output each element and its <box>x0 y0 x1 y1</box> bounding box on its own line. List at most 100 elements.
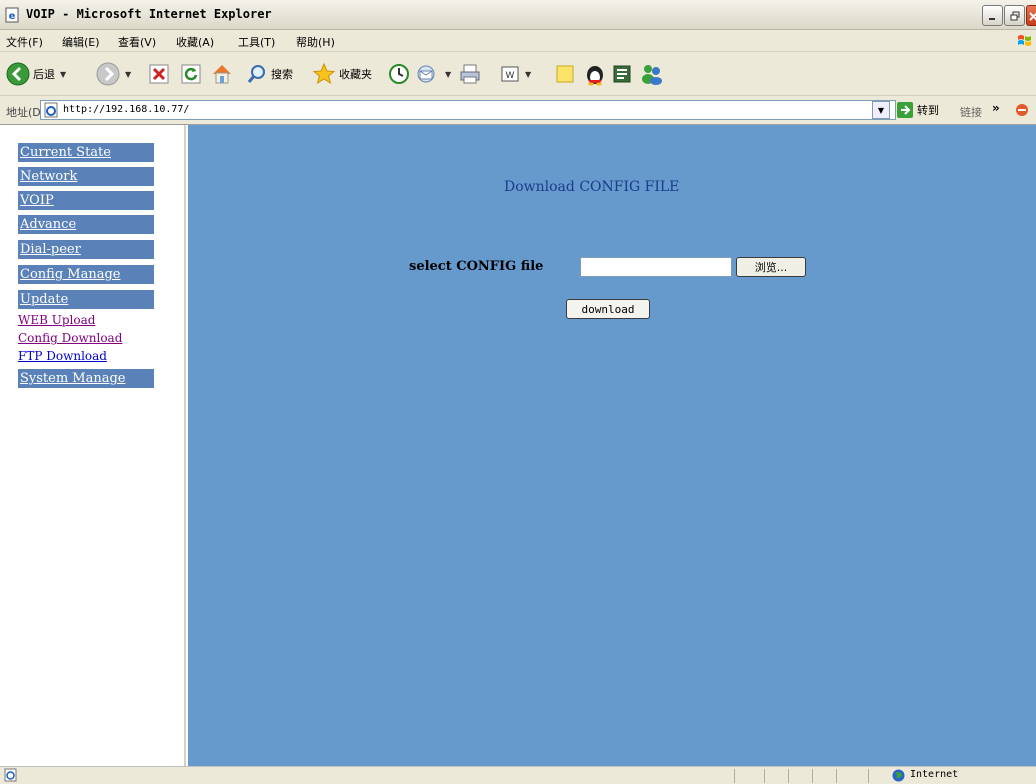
toolbar: 后退 ▼ ▼ 搜索 收藏夹 ▼ W ▼ <box>0 52 1036 96</box>
stop-button[interactable] <box>148 61 170 87</box>
search-icon <box>247 65 265 83</box>
mail-dropdown-icon[interactable]: ▼ <box>445 70 451 79</box>
qq-penguin-icon <box>587 66 603 86</box>
edit-dropdown-icon[interactable]: ▼ <box>525 70 531 79</box>
home-icon <box>213 65 231 84</box>
links-label[interactable]: 链接 <box>960 104 982 120</box>
url-text: http://192.168.10.77/ <box>63 104 190 115</box>
nav-link[interactable]: Update <box>20 292 68 307</box>
nav-item-network[interactable]: Network <box>18 167 154 186</box>
nav-link[interactable]: Current State <box>20 145 111 160</box>
back-dropdown-icon[interactable]: ▼ <box>60 70 66 79</box>
forward-dropdown-icon[interactable]: ▼ <box>125 70 131 79</box>
search-label: 搜索 <box>271 68 293 81</box>
menu-file[interactable]: 文件(F) <box>6 34 43 50</box>
address-dropdown-button[interactable]: ▼ <box>872 101 890 119</box>
restore-icon <box>1010 11 1019 20</box>
ie-page-icon <box>44 102 58 118</box>
nav-link[interactable]: VOIP <box>20 193 54 208</box>
note-icon <box>556 65 574 83</box>
history-icon <box>389 64 409 84</box>
mail-icon <box>417 65 435 83</box>
address-bar: 地址(D) http://192.168.10.77/ ▼ 转到 链接 » <box>0 96 1036 124</box>
notes-button[interactable] <box>554 61 576 87</box>
svg-text:W: W <box>506 71 515 81</box>
refresh-button[interactable] <box>180 61 202 87</box>
page-title: Download CONFIG FILE <box>504 179 680 195</box>
minimize-icon <box>988 17 995 20</box>
sub-link-web-upload[interactable]: WEB Upload <box>18 313 95 327</box>
menu-view[interactable]: 查看(V) <box>118 34 156 50</box>
word-edit-icon: W <box>501 66 519 82</box>
status-divider <box>734 769 735 783</box>
menu-help[interactable]: 帮助(H) <box>296 34 335 50</box>
close-button[interactable] <box>1026 5 1036 26</box>
addon-icon[interactable] <box>1014 102 1030 118</box>
svg-text:e: e <box>9 11 16 22</box>
favorites-button[interactable]: 收藏夹 <box>312 61 372 87</box>
status-bar: Internet <box>0 766 1036 784</box>
star-icon <box>312 62 336 85</box>
title-bar: e VOIP - Microsoft Internet Explorer <box>0 0 1036 30</box>
menu-tools[interactable]: 工具(T) <box>238 34 275 50</box>
nav-item-current-state[interactable]: Current State <box>18 143 154 162</box>
address-input[interactable]: http://192.168.10.77/ <box>40 100 896 120</box>
nav-item-system-manage[interactable]: System Manage <box>18 369 154 388</box>
nav-link[interactable]: Dial-peer <box>20 242 81 257</box>
history-button[interactable] <box>388 61 410 87</box>
refresh-icon <box>181 64 201 84</box>
search-button[interactable]: 搜索 <box>246 61 293 87</box>
sub-link-ftp-download[interactable]: FTP Download <box>18 349 107 363</box>
minimize-button[interactable] <box>982 5 1003 26</box>
restore-button[interactable] <box>1004 5 1025 26</box>
ie-page-icon[interactable]: e <box>4 7 20 23</box>
download-button[interactable]: download <box>566 299 650 319</box>
chevron-right-icon[interactable]: » <box>992 101 1000 115</box>
status-divider <box>836 769 837 783</box>
favorites-label: 收藏夹 <box>339 68 372 81</box>
printer-icon <box>460 64 480 84</box>
menu-bar: 文件(F) 编辑(E) 查看(V) 收藏(A) 工具(T) 帮助(H) <box>0 30 1036 52</box>
security-zone-label: Internet <box>910 769 959 780</box>
home-button[interactable] <box>210 61 234 87</box>
status-divider <box>812 769 813 783</box>
back-arrow-icon <box>6 62 30 86</box>
window-title: VOIP - Microsoft Internet Explorer <box>26 7 272 21</box>
sub-link-config-download[interactable]: Config Download <box>18 331 122 345</box>
forward-arrow-icon <box>96 62 120 86</box>
ie-page-icon <box>4 768 17 782</box>
page-content: Current State Network VOIP Advance Dial-… <box>0 124 1036 767</box>
main-frame: Download CONFIG FILE select CONFIG file … <box>188 125 1036 767</box>
nav-link[interactable]: Advance <box>20 217 76 232</box>
config-file-input[interactable] <box>580 257 732 277</box>
globe-icon <box>892 769 905 782</box>
status-divider <box>764 769 765 783</box>
nav-link[interactable]: Network <box>20 169 77 184</box>
print-button[interactable] <box>458 61 482 87</box>
nav-frame: Current State Network VOIP Advance Dial-… <box>0 125 186 767</box>
messenger-people-icon <box>642 65 662 85</box>
go-button[interactable]: 转到 <box>896 101 939 119</box>
research-button[interactable] <box>612 61 632 87</box>
edit-button[interactable]: W ▼ <box>500 61 531 87</box>
chevron-down-icon: ▼ <box>877 105 885 115</box>
go-label: 转到 <box>917 104 939 117</box>
nav-item-voip[interactable]: VOIP <box>18 191 154 210</box>
nav-item-config-manage[interactable]: Config Manage <box>18 265 154 284</box>
go-arrow-icon <box>897 102 913 118</box>
file-select-label: select CONFIG file <box>409 259 544 274</box>
nav-item-advance[interactable]: Advance <box>18 215 154 234</box>
back-button[interactable]: 后退 ▼ <box>6 61 66 87</box>
nav-link[interactable]: System Manage <box>20 371 126 386</box>
nav-item-update[interactable]: Update <box>18 290 154 309</box>
nav-link[interactable]: Config Manage <box>20 267 120 282</box>
nav-item-dial-peer[interactable]: Dial-peer <box>18 240 154 259</box>
messenger-button[interactable] <box>640 61 664 87</box>
mail-button[interactable]: ▼ <box>416 61 451 87</box>
forward-button[interactable]: ▼ <box>96 61 131 87</box>
menu-edit[interactable]: 编辑(E) <box>62 34 100 50</box>
browse-button[interactable]: 浏览... <box>736 257 806 277</box>
qq-button[interactable] <box>584 61 606 87</box>
menu-favorites[interactable]: 收藏(A) <box>176 34 214 50</box>
status-divider <box>788 769 789 783</box>
